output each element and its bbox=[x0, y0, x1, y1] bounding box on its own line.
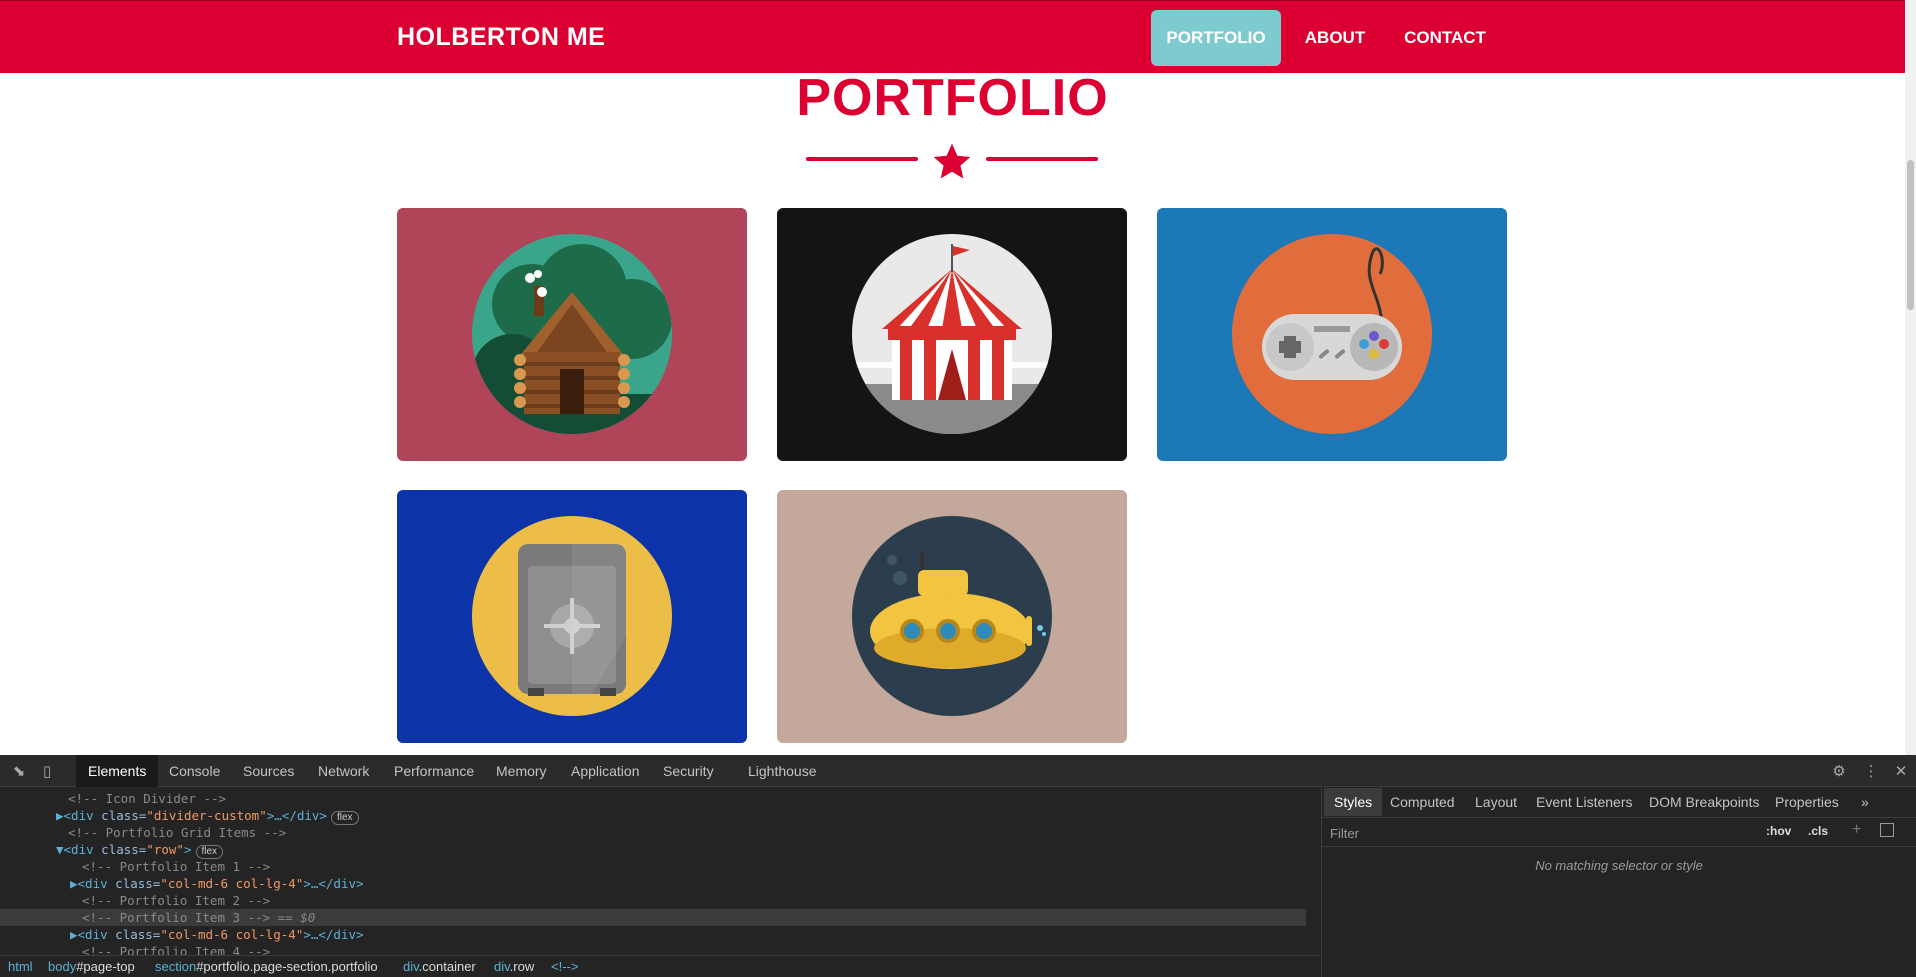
star-icon bbox=[933, 143, 971, 179]
section-title: PORTFOLIO bbox=[796, 69, 1109, 127]
page-viewport: HOLBERTON ME PORTFOLIO ABOUT CONTACT POR… bbox=[0, 0, 1905, 755]
tab-event-listeners[interactable]: Event Listeners bbox=[1536, 788, 1633, 816]
styles-filter-input[interactable] bbox=[1326, 822, 1756, 844]
breadcrumb-item[interactable]: div.container bbox=[403, 956, 476, 977]
tab-elements[interactable]: Elements bbox=[76, 755, 159, 787]
tab-dom-breakpoints[interactable]: DOM Breakpoints bbox=[1649, 788, 1759, 816]
portfolio-item-cabin[interactable] bbox=[397, 208, 747, 461]
tab-styles[interactable]: Styles bbox=[1324, 788, 1383, 816]
dom-element-line[interactable]: ▼<div class="row"> flex bbox=[0, 841, 1306, 859]
breadcrumb-item[interactable]: section#portfolio.page-section.portfolio bbox=[155, 956, 378, 977]
nav-item-portfolio[interactable]: PORTFOLIO bbox=[1151, 10, 1281, 66]
close-devtools-icon[interactable]: ✕ bbox=[1892, 763, 1910, 779]
styles-filter-row: :hov .cls + bbox=[1322, 817, 1916, 847]
toggle-sidebar-icon[interactable] bbox=[1880, 823, 1894, 837]
styles-panel: Styles Computed Layout Event Listeners D… bbox=[1321, 788, 1916, 977]
inspect-element-icon[interactable]: ⬊ bbox=[10, 763, 28, 779]
portfolio-item-game-controller[interactable] bbox=[1157, 208, 1507, 461]
portfolio-item-safe[interactable] bbox=[397, 490, 747, 743]
tab-performance[interactable]: Performance bbox=[394, 755, 474, 787]
no-match-message: No matching selector or style bbox=[1535, 858, 1703, 873]
breadcrumb-item[interactable]: body#page-top bbox=[48, 956, 135, 977]
settings-gear-icon[interactable]: ⚙ bbox=[1830, 763, 1848, 779]
brand-link[interactable]: HOLBERTON ME bbox=[397, 23, 605, 52]
device-toolbar-icon[interactable]: ▯ bbox=[38, 763, 56, 779]
dom-element-line[interactable]: ▶<div class="col-md-6 col-lg-4">…</div> bbox=[0, 875, 1306, 892]
dom-selected-line[interactable]: <!-- Portfolio Item 3 --> == $0 bbox=[0, 909, 1306, 926]
new-style-rule-icon[interactable]: + bbox=[1852, 821, 1861, 839]
breadcrumb-item[interactable]: html bbox=[8, 956, 33, 977]
hov-toggle[interactable]: :hov bbox=[1766, 824, 1791, 838]
dom-comment-line[interactable]: <!-- Portfolio Grid Items --> bbox=[0, 824, 1306, 841]
dom-element-line[interactable]: ▶<div class="col-md-6 col-lg-4">…</div> bbox=[0, 926, 1306, 943]
flex-badge[interactable]: flex bbox=[330, 811, 359, 825]
devtools-tabbar: ⬊ ▯ Elements Console Sources Network Per… bbox=[0, 755, 1916, 787]
dom-comment-line[interactable]: <!-- Portfolio Item 2 --> bbox=[0, 892, 1306, 909]
tab-lighthouse[interactable]: Lighthouse bbox=[748, 755, 817, 787]
more-options-icon[interactable]: ⋮ bbox=[1862, 763, 1880, 779]
dom-tree: <!-- Icon Divider --> ▶<div class="divid… bbox=[0, 788, 1306, 956]
portfolio-item-circus-tent[interactable] bbox=[777, 208, 1127, 461]
dom-comment-line[interactable]: <!-- Portfolio Item 1 --> bbox=[0, 858, 1306, 875]
submarine-image bbox=[852, 516, 1052, 716]
portfolio-item-submarine[interactable] bbox=[777, 490, 1127, 743]
tab-properties[interactable]: Properties bbox=[1775, 788, 1839, 816]
cabin-image bbox=[472, 234, 672, 434]
more-tabs-icon[interactable]: » bbox=[1861, 788, 1869, 816]
tab-computed[interactable]: Computed bbox=[1390, 788, 1455, 816]
tab-memory[interactable]: Memory bbox=[496, 755, 547, 787]
dom-breadcrumb: html body#page-top section#portfolio.pag… bbox=[0, 955, 1320, 977]
devtools-panel: ⬊ ▯ Elements Console Sources Network Per… bbox=[0, 755, 1916, 977]
scrollbar-thumb[interactable] bbox=[1907, 160, 1914, 310]
tab-application[interactable]: Application bbox=[571, 755, 640, 787]
tab-console[interactable]: Console bbox=[169, 755, 220, 787]
dom-element-line[interactable]: ▶<div class="divider-custom">…</div> flex bbox=[0, 807, 1306, 825]
page-scrollbar[interactable] bbox=[1905, 0, 1916, 755]
nav-item-contact[interactable]: CONTACT bbox=[1395, 10, 1495, 66]
circus-tent-image bbox=[852, 234, 1052, 434]
tab-network[interactable]: Network bbox=[318, 755, 369, 787]
cls-toggle[interactable]: .cls bbox=[1808, 824, 1828, 838]
flex-badge[interactable]: flex bbox=[195, 845, 224, 859]
safe-image bbox=[472, 516, 672, 716]
breadcrumb-item[interactable]: <!--> bbox=[551, 956, 578, 977]
divider-line-right bbox=[986, 157, 1098, 161]
navbar: HOLBERTON ME PORTFOLIO ABOUT CONTACT bbox=[0, 0, 1905, 73]
tab-security[interactable]: Security bbox=[663, 755, 714, 787]
tab-layout[interactable]: Layout bbox=[1475, 788, 1517, 816]
divider-line-left bbox=[806, 157, 918, 161]
dom-comment-line[interactable]: <!-- Icon Divider --> bbox=[0, 790, 1306, 807]
game-controller-image bbox=[1232, 234, 1432, 434]
nav-item-about[interactable]: ABOUT bbox=[1294, 10, 1376, 66]
breadcrumb-item[interactable]: div.row bbox=[494, 956, 534, 977]
tab-sources[interactable]: Sources bbox=[243, 755, 294, 787]
